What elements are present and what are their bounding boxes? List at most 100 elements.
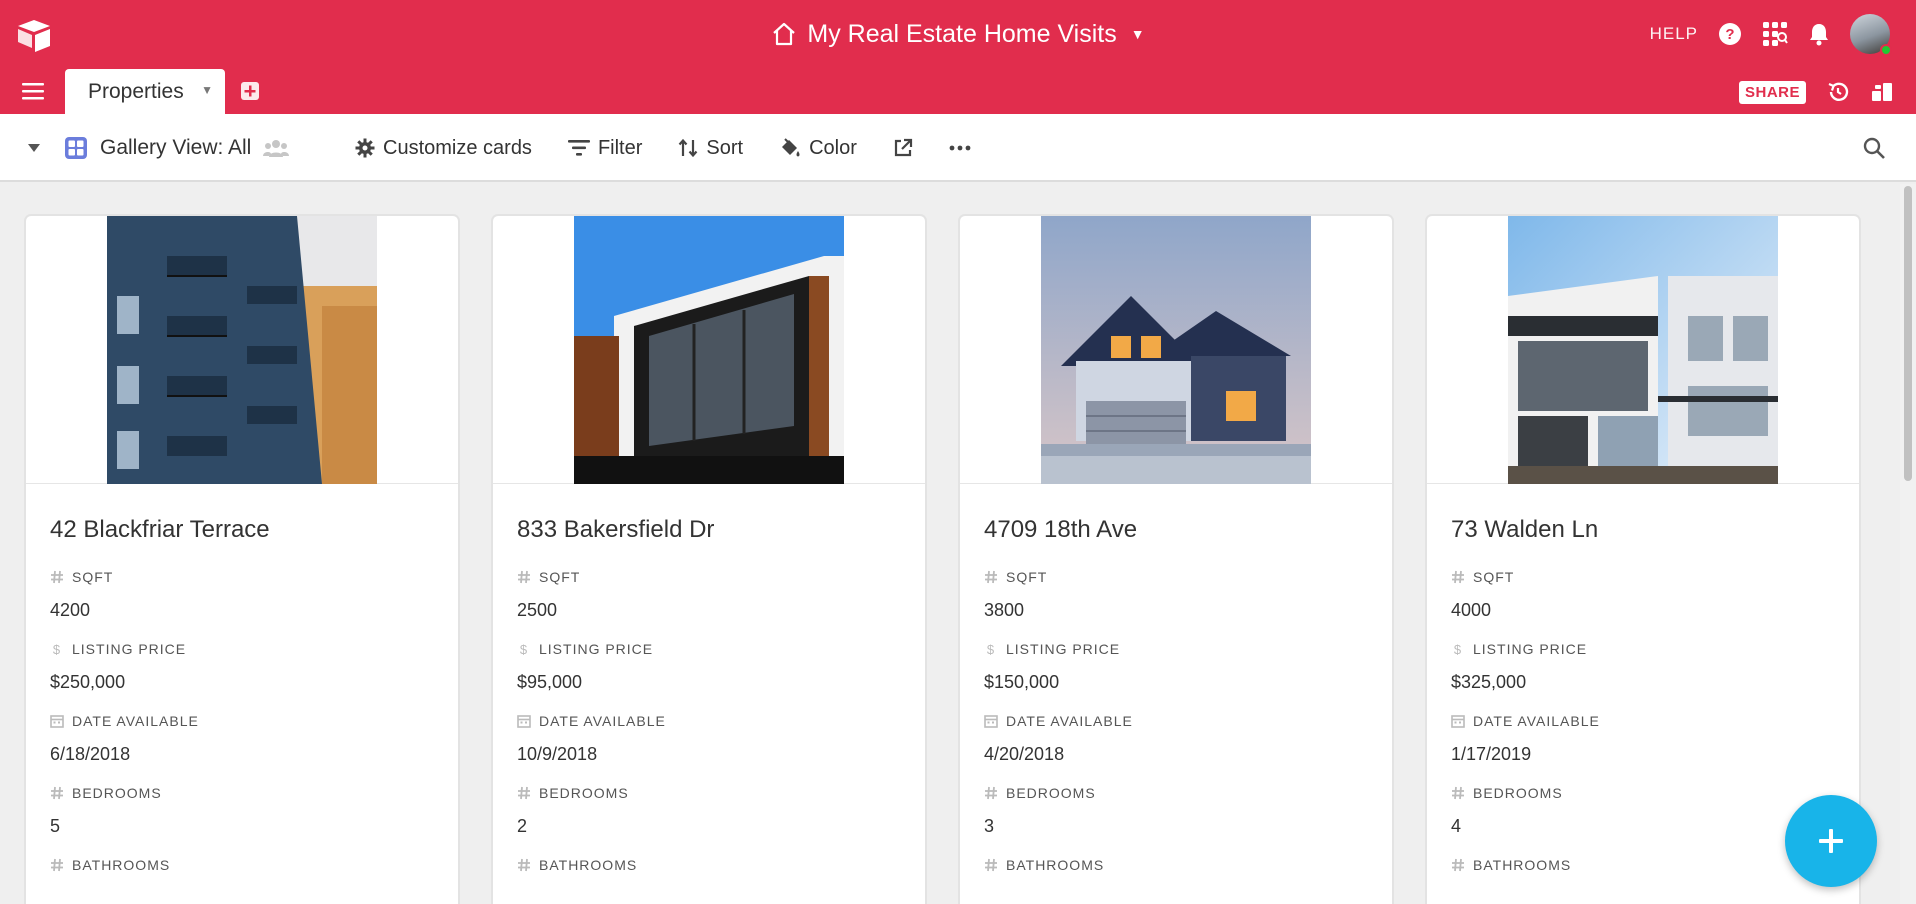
- apartment-building-image: [107, 216, 377, 484]
- collaborative-view-icon: [263, 140, 290, 157]
- card-field-bedrooms: BEDROOMS 5: [26, 782, 458, 838]
- plus-icon: [1819, 829, 1843, 853]
- gear-icon: [355, 138, 375, 158]
- field-label: LISTING PRICE: [1006, 641, 1121, 657]
- customize-cards-label: Customize cards: [383, 136, 532, 159]
- number-icon: [1452, 570, 1464, 584]
- card-field-bedrooms: BEDROOMS 3: [960, 782, 1392, 838]
- calendar-icon: [517, 715, 531, 728]
- card-field-sqft: SQFT 4200: [26, 566, 458, 622]
- field-value: $150,000: [984, 672, 1060, 692]
- help-icon[interactable]: ?: [1718, 22, 1742, 46]
- field-label: SQFT: [1473, 569, 1515, 585]
- field-label: BATHROOMS: [1006, 857, 1105, 873]
- field-value: 4/20/2018: [984, 744, 1065, 764]
- view-list-toggle-icon[interactable]: [27, 141, 41, 155]
- blocks-panel-icon[interactable]: [1870, 80, 1894, 104]
- add-table-icon[interactable]: [240, 81, 260, 101]
- card-field-sqft: SQFT 4000: [1427, 566, 1859, 622]
- tab-properties[interactable]: Properties ▼: [65, 69, 225, 114]
- sort-icon: [679, 138, 698, 158]
- help-label[interactable]: HELP: [1650, 24, 1698, 44]
- svg-text:$: $: [1454, 642, 1462, 656]
- more-options-icon[interactable]: [949, 145, 971, 151]
- currency-icon: $: [53, 642, 60, 656]
- field-label: DATE AVAILABLE: [1473, 713, 1600, 729]
- share-button[interactable]: SHARE: [1738, 80, 1806, 104]
- suburban-house-image: [1041, 216, 1311, 484]
- card-field-bathrooms: BATHROOMS: [960, 854, 1392, 876]
- svg-text:?: ?: [1725, 26, 1734, 43]
- filter-icon: [567, 140, 590, 156]
- filter-label: Filter: [597, 136, 643, 159]
- svg-text:$: $: [520, 642, 528, 656]
- apps-grid-icon[interactable]: [1762, 21, 1788, 47]
- color-label: Color: [809, 136, 857, 159]
- share-view-icon[interactable]: [893, 138, 913, 158]
- menu-icon[interactable]: [22, 82, 44, 100]
- paint-bucket-icon: [782, 138, 800, 157]
- field-label: BEDROOMS: [1006, 785, 1096, 801]
- currency-icon: $: [1454, 642, 1462, 656]
- view-switcher[interactable]: Gallery View: All: [64, 132, 290, 164]
- card-field-listing-price: $ LISTING PRICE $95,000: [493, 638, 925, 694]
- app-header: My Real Estate Home Visits ▼ HELP ? Prop…: [0, 0, 1916, 114]
- field-label: BEDROOMS: [539, 785, 629, 801]
- record-card[interactable]: 4709 18th Ave SQFT 3800 $ LISTING PRICE $…: [960, 216, 1392, 904]
- record-card[interactable]: 42 Blackfriar Terrace SQFT 4200 $ LISTING…: [26, 216, 458, 904]
- card-title: 42 Blackfriar Terrace: [50, 516, 270, 543]
- add-record-button[interactable]: [1785, 795, 1877, 887]
- chevron-down-icon[interactable]: ▼: [201, 83, 213, 97]
- filter-button[interactable]: Filter: [567, 136, 643, 160]
- chevron-down-icon: ▼: [1130, 26, 1145, 42]
- card-title: 833 Bakersfield Dr: [517, 516, 715, 543]
- search-icon[interactable]: [1862, 136, 1886, 160]
- customize-cards-button[interactable]: Customize cards: [355, 137, 532, 160]
- card-cover-image: [493, 216, 925, 484]
- sort-button[interactable]: Sort: [678, 137, 743, 160]
- base-title[interactable]: My Real Estate Home Visits ▼: [0, 14, 1916, 54]
- card-field-bathrooms: BATHROOMS: [26, 854, 458, 876]
- field-value: 2: [517, 816, 528, 836]
- field-label: LISTING PRICE: [72, 641, 187, 657]
- gallery-grid: 42 Blackfriar Terrace SQFT 4200 $ LISTING…: [0, 184, 1900, 904]
- number-icon: [51, 570, 63, 584]
- history-icon[interactable]: [1826, 80, 1850, 104]
- field-value: 4200: [50, 600, 91, 620]
- field-label: BEDROOMS: [1473, 785, 1563, 801]
- card-title: 4709 18th Ave: [984, 516, 1138, 543]
- field-value: 3: [984, 816, 995, 836]
- color-button[interactable]: Color: [779, 137, 857, 160]
- contemporary-house-image: [1508, 216, 1778, 484]
- field-value: 2500: [517, 600, 558, 620]
- field-value: 1/17/2019: [1451, 744, 1532, 764]
- number-icon: [985, 786, 997, 800]
- field-value: $325,000: [1451, 672, 1527, 692]
- scrollbar-thumb[interactable]: [1904, 186, 1912, 481]
- card-cover-image: [960, 216, 1392, 484]
- avatar[interactable]: [1850, 14, 1892, 56]
- bell-icon[interactable]: [1808, 22, 1830, 46]
- card-cover-image: [26, 216, 458, 484]
- currency-icon: $: [987, 642, 995, 656]
- record-card[interactable]: 833 Bakersfield Dr SQFT 2500 $ LISTING PR…: [493, 216, 925, 904]
- record-card[interactable]: 73 Walden Ln SQFT 4000 $ LISTING PRICE $3…: [1427, 216, 1859, 904]
- card-field-bathrooms: BATHROOMS: [493, 854, 925, 876]
- field-value: 6/18/2018: [50, 744, 131, 764]
- number-icon: [1452, 786, 1464, 800]
- card-field-date-available: DATE AVAILABLE 10/9/2018: [493, 710, 925, 766]
- header-actions: HELP ?: [1650, 14, 1892, 56]
- view-name-label: Gallery View: All: [100, 136, 252, 159]
- card-field-bedrooms: BEDROOMS 2: [493, 782, 925, 838]
- field-value: 3800: [984, 600, 1025, 620]
- field-label: DATE AVAILABLE: [72, 713, 199, 729]
- card-field-listing-price: $ LISTING PRICE $150,000: [960, 638, 1392, 694]
- field-label: BEDROOMS: [72, 785, 162, 801]
- view-toolbar: Customize cards Filter Sort Color: [355, 132, 971, 164]
- vertical-scrollbar[interactable]: [1900, 184, 1916, 904]
- calendar-icon: [1451, 715, 1465, 728]
- home-icon: [773, 22, 796, 46]
- number-icon: [985, 570, 997, 584]
- field-label: LISTING PRICE: [1473, 641, 1588, 657]
- svg-text:$: $: [987, 642, 995, 656]
